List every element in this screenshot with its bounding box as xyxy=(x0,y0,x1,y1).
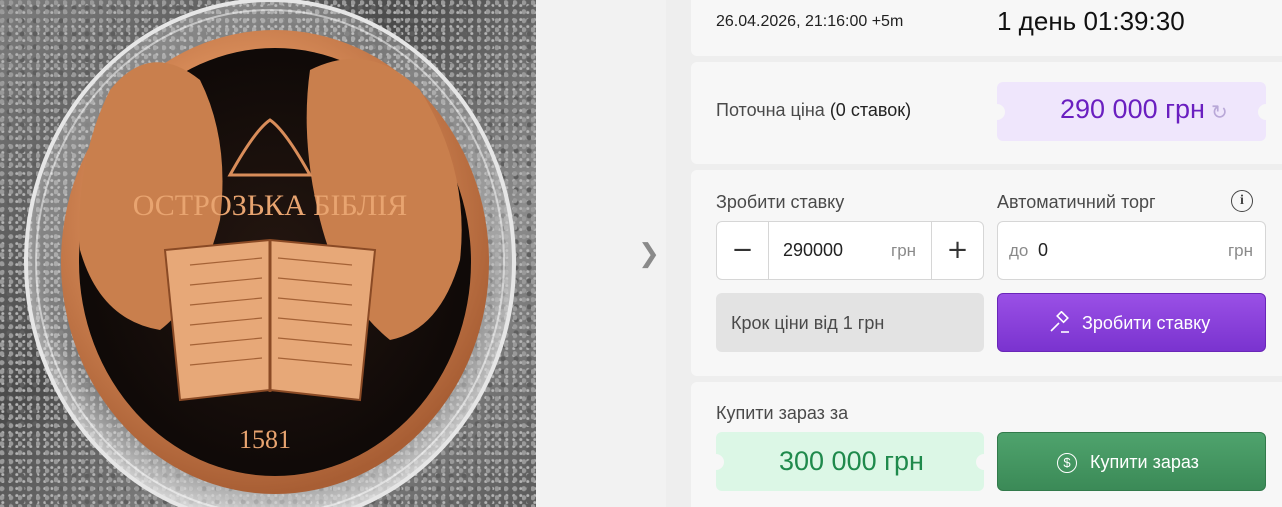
buy-now-button[interactable]: $ Купити зараз xyxy=(997,432,1266,491)
chevron-right-icon[interactable]: ❯ xyxy=(637,240,661,268)
refresh-icon[interactable]: ↻ xyxy=(1211,100,1228,124)
dollar-coin-icon: $ xyxy=(1057,453,1077,473)
bid-step-info: Крок ціни від 1 грн xyxy=(716,293,984,352)
bid-currency: грн xyxy=(891,241,917,260)
bid-increment-button[interactable]: + xyxy=(931,222,983,279)
bid-step-text: Крок ціни від 1 грн xyxy=(731,313,885,333)
auto-bid-input[interactable]: 0 xyxy=(1038,240,1048,261)
auto-bid-field[interactable]: до 0 грн xyxy=(997,221,1266,280)
auto-bid-label: Автоматичний торг xyxy=(997,192,1156,212)
coin-year: 1581 xyxy=(239,425,291,454)
place-bid-button[interactable]: Зробити ставку xyxy=(997,293,1266,352)
current-price-label: Поточна ціна (0 ставок) xyxy=(716,100,911,121)
bids-count: (0 ставок) xyxy=(829,100,912,120)
bid-amount-stepper: − 290000 грн + xyxy=(716,221,984,280)
auction-page: ОСТРОЗЬКА БІБЛІЯ 1581 ❯ 26.04.2026, 21:1… xyxy=(0,0,1282,507)
bid-amount-input[interactable]: 290000 xyxy=(783,240,843,261)
current-price-value: 290 000 грн xyxy=(1060,94,1205,124)
current-price-label-text: Поточна ціна xyxy=(716,100,830,120)
gavel-icon xyxy=(1048,310,1072,341)
auction-end-datetime: 26.04.2026, 21:16:00 +5m xyxy=(716,13,904,30)
place-bid-label: Зробити ставку xyxy=(1082,313,1211,333)
buy-now-label: Купити зараз за xyxy=(716,403,849,423)
buy-now-price: 300 000 грн xyxy=(779,446,924,476)
auction-countdown: 1 день 01:39:30 xyxy=(997,6,1185,36)
bid-label: Зробити ставку xyxy=(716,192,845,212)
bid-decrement-button[interactable]: − xyxy=(717,222,769,279)
auto-bid-currency: грн xyxy=(1227,241,1253,260)
info-icon[interactable]: i xyxy=(1231,190,1253,212)
coin-image: ОСТРОЗЬКА БІБЛІЯ 1581 xyxy=(24,0,516,507)
auto-bid-prefix: до xyxy=(1009,241,1029,260)
lot-photo[interactable]: ОСТРОЗЬКА БІБЛІЯ 1581 xyxy=(0,0,536,507)
coin-inscription: ОСТРОЗЬКА БІБЛІЯ xyxy=(133,189,408,222)
buy-now-button-label: Купити зараз xyxy=(1090,452,1199,472)
